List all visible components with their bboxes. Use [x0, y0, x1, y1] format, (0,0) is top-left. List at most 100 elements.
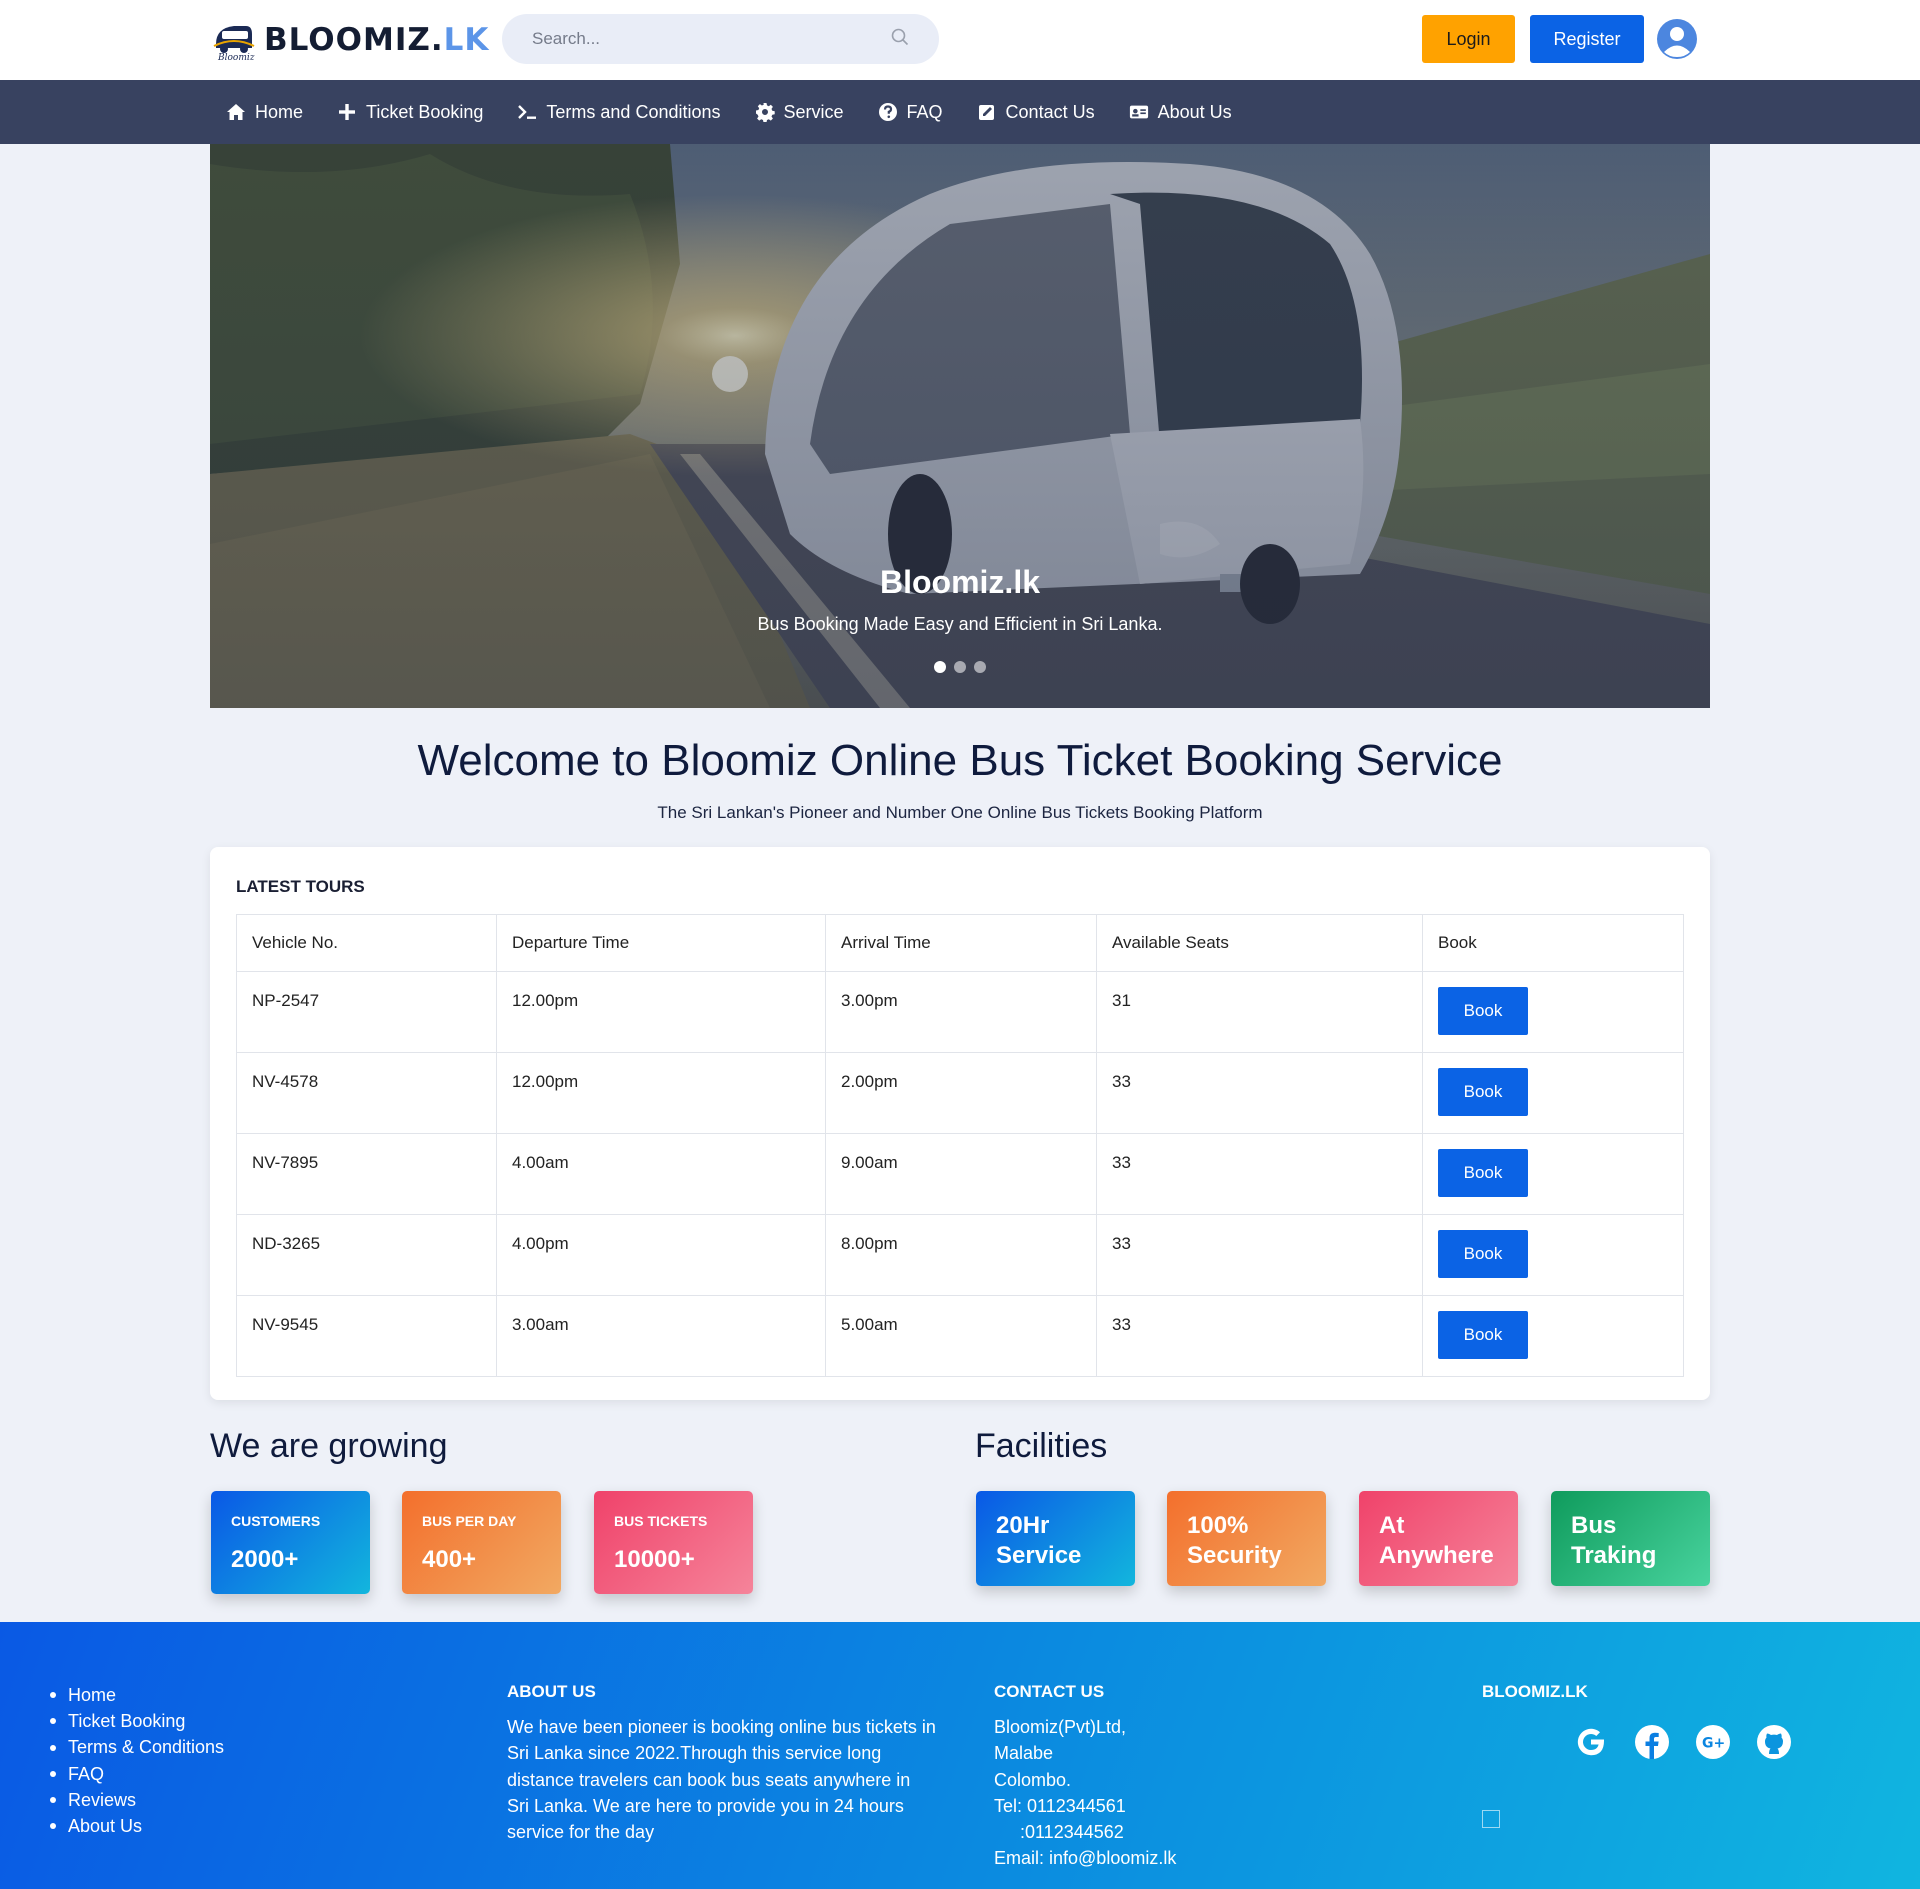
terminal-icon — [518, 105, 537, 119]
book-button[interactable]: Book — [1438, 987, 1528, 1035]
stat-value: 10000+ — [614, 1546, 695, 1573]
stat-label: CUSTOMERS — [231, 1513, 321, 1529]
github-icon[interactable] — [1756, 1724, 1792, 1760]
nav-item-contact[interactable]: Contact Us — [977, 102, 1095, 123]
logo-small-text: Bloomiz — [217, 53, 255, 62]
column-header: Book — [1422, 914, 1684, 972]
hero-title: Bloomiz.lk — [879, 564, 1040, 600]
stat-label: BUS TICKETS — [614, 1513, 708, 1529]
stat-bus-tickets: BUS TICKETS 10000+ — [594, 1491, 753, 1594]
nav-label: About Us — [1157, 101, 1232, 122]
footer-link-home[interactable]: Home — [50, 1682, 224, 1708]
stat-customers: CUSTOMERS 2000+ — [211, 1491, 370, 1594]
nav-item-about[interactable]: About Us — [1129, 102, 1232, 123]
gear-icon — [755, 103, 775, 122]
footer-contact: CONTACT US Bloomiz(Pvt)Ltd, Malabe Colom… — [994, 1682, 1294, 1872]
nav-label: Ticket Booking — [366, 101, 484, 122]
google-icon[interactable] — [1573, 1724, 1609, 1760]
facility-line: At — [1379, 1512, 1405, 1539]
column-header: Vehicle No. — [236, 914, 497, 972]
footer-link-ticket-booking[interactable]: Ticket Booking — [50, 1708, 224, 1734]
facilities-title: Facilities — [975, 1427, 1108, 1465]
book-button[interactable]: Book — [1438, 1068, 1528, 1116]
hero-carousel[interactable]: Bloomiz.lk Bus Booking Made Easy and Eff… — [210, 144, 1710, 708]
book-cell: Book — [1422, 1133, 1684, 1215]
site-logo[interactable]: Bloomiz BLOOMIZ.LK — [212, 18, 489, 63]
nav-label: Terms and Conditions — [546, 101, 721, 122]
contact-phone-2: :0112344562 — [1020, 1822, 1124, 1843]
facility-line: Security — [1187, 1542, 1282, 1569]
broken-image-icon — [1482, 1810, 1500, 1828]
footer-link-terms[interactable]: Terms & Conditions — [50, 1734, 224, 1760]
footer-about-title: ABOUT US — [507, 1682, 596, 1701]
user-avatar-icon[interactable] — [1657, 19, 1697, 59]
nav-label: Contact Us — [1005, 101, 1095, 122]
footer-about: ABOUT US We have been pioneer is booking… — [507, 1682, 937, 1845]
search-icon[interactable] — [891, 28, 909, 51]
book-cell: Book — [1422, 1052, 1684, 1134]
book-cell: Book — [1422, 1295, 1684, 1377]
available-seats: 33 — [1096, 1295, 1423, 1377]
arrival-time: 9.00am — [825, 1133, 1097, 1215]
carousel-dot[interactable] — [974, 661, 986, 673]
carousel-dot[interactable] — [954, 661, 966, 673]
column-header: Available Seats — [1096, 914, 1423, 972]
stat-bus-per-day: BUS PER DAY 400+ — [402, 1491, 561, 1594]
nav-item-home[interactable]: Home — [226, 102, 303, 123]
departure-time: 12.00pm — [496, 971, 826, 1053]
available-seats: 31 — [1096, 971, 1423, 1053]
arrival-time: 2.00pm — [825, 1052, 1097, 1134]
facility-line: Bus — [1571, 1512, 1617, 1539]
footer-link-reviews[interactable]: Reviews — [50, 1787, 224, 1813]
book-button[interactable]: Book — [1438, 1230, 1528, 1278]
footer-link-faq[interactable]: FAQ — [50, 1761, 224, 1787]
table-row: NP-2547 12.00pm 3.00pm 31 Book — [236, 971, 1684, 1053]
register-button[interactable]: Register — [1530, 15, 1644, 63]
column-header: Arrival Time — [825, 914, 1097, 972]
book-button[interactable]: Book — [1438, 1311, 1528, 1359]
vehicle-no: NV-4578 — [236, 1052, 497, 1134]
vehicle-no: NV-7895 — [236, 1133, 497, 1215]
footer: Home Ticket Booking Terms & Conditions F… — [0, 1622, 1920, 1889]
table-row: NV-4578 12.00pm 2.00pm 33 Book — [236, 1052, 1684, 1134]
facebook-icon[interactable] — [1634, 1724, 1670, 1760]
home-icon — [227, 104, 245, 120]
facility-service: 20Hr Service — [976, 1491, 1135, 1586]
facility-anywhere: At Anywhere — [1359, 1491, 1518, 1586]
google-plus-icon[interactable]: G+ — [1695, 1724, 1731, 1760]
search-input[interactable] — [532, 29, 891, 49]
table-row: NV-9545 3.00am 5.00am 33 Book — [236, 1295, 1684, 1377]
arrival-time: 8.00pm — [825, 1214, 1097, 1296]
facility-security: 100% Security — [1167, 1491, 1326, 1586]
carousel-dot[interactable] — [934, 661, 946, 673]
footer-brand-title: BLOOMIZ.LK — [1482, 1682, 1588, 1701]
hero-subtitle: Bus Booking Made Easy and Efficient in S… — [757, 614, 1163, 634]
footer-brand: BLOOMIZ.LK — [1482, 1682, 1588, 1714]
facility-line: 100% — [1187, 1512, 1249, 1539]
nav-item-service[interactable]: Service — [755, 102, 844, 123]
available-seats: 33 — [1096, 1214, 1423, 1296]
welcome-title: Welcome to Bloomiz Online Bus Ticket Boo… — [417, 736, 1503, 785]
book-button[interactable]: Book — [1438, 1149, 1528, 1197]
contact-line: Malabe — [994, 1743, 1054, 1764]
table-header-row: Vehicle No. Departure Time Arrival Time … — [236, 914, 1684, 972]
vehicle-no: NP-2547 — [236, 971, 497, 1053]
vehicle-no: ND-3265 — [236, 1214, 497, 1296]
departure-time: 3.00am — [496, 1295, 826, 1377]
facility-line: Anywhere — [1379, 1542, 1494, 1569]
nav-label: Service — [783, 101, 844, 122]
departure-time: 4.00am — [496, 1133, 826, 1215]
svg-text:G+: G+ — [1702, 1736, 1725, 1752]
tours-table: Vehicle No. Departure Time Arrival Time … — [236, 914, 1684, 1377]
nav-label: Home — [255, 101, 304, 122]
nav-item-ticket-booking[interactable]: Ticket Booking — [337, 102, 483, 123]
nav-item-faq[interactable]: FAQ — [878, 102, 943, 123]
available-seats: 33 — [1096, 1052, 1423, 1134]
nav-item-terms[interactable]: Terms and Conditions — [517, 101, 721, 123]
latest-tours-card: LATEST TOURS Vehicle No. Departure Time … — [210, 847, 1710, 1400]
footer-link-about[interactable]: About Us — [50, 1813, 224, 1839]
contact-email: Email: info@bloomiz.lk — [994, 1848, 1177, 1869]
book-cell: Book — [1422, 971, 1684, 1053]
login-button[interactable]: Login — [1422, 15, 1515, 63]
column-header: Departure Time — [496, 914, 826, 972]
